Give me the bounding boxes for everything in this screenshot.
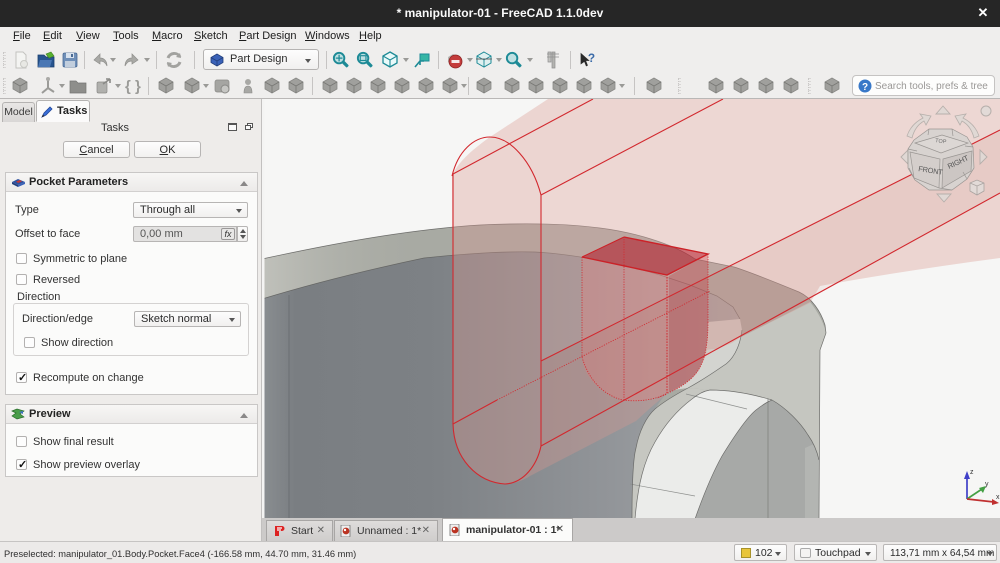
svg-text:?: ? (862, 82, 868, 93)
svg-text:{ }: { } (125, 78, 141, 95)
svg-text:z: z (970, 469, 974, 476)
svg-text:y: y (985, 481, 989, 488)
svg-text:?: ? (588, 51, 595, 65)
svg-text:x: x (996, 494, 1000, 501)
